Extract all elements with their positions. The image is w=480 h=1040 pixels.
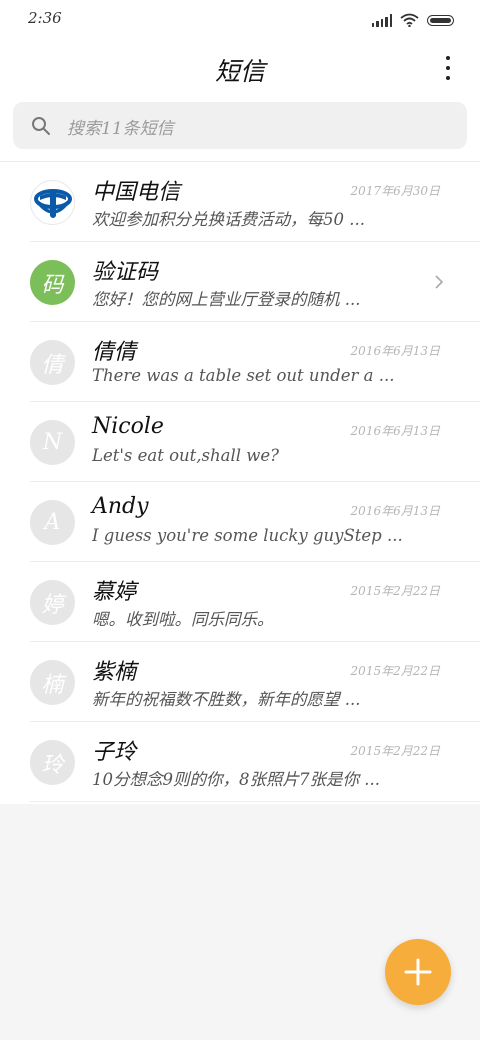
contact-name: 子玲 — [92, 740, 137, 765]
avatar: N — [30, 420, 75, 465]
contact-name: 倩倩 — [92, 340, 137, 365]
message-date: 2015年2月22日 — [350, 744, 440, 758]
conversation-item[interactable]: A Andy 2016年6月13日 I guess you're some lu… — [0, 482, 480, 562]
message-date: 2015年2月22日 — [350, 664, 440, 678]
conversation-item[interactable]: 中国电信 2017年6月30日 欢迎参加积分兑换话费活动，每50 ... — [0, 162, 480, 242]
message-preview: There was a table set out under a ... — [92, 366, 395, 385]
avatar: 婷 — [30, 580, 75, 625]
message-preview: 新年的祝福数不胜数，新年的愿望 ... — [92, 690, 361, 709]
conversation-item[interactable]: 楠 紫楠 2015年2月22日 新年的祝福数不胜数，新年的愿望 ... — [0, 642, 480, 722]
divider — [30, 801, 480, 802]
china-telecom-logo-icon — [30, 180, 75, 225]
battery-icon — [427, 14, 454, 26]
contact-name: 验证码 — [92, 260, 159, 285]
conversation-item[interactable]: N Nicole 2016年6月13日 Let's eat out,shall … — [0, 402, 480, 482]
message-date: 2016年6月13日 — [350, 504, 440, 518]
wifi-icon — [400, 13, 419, 27]
contact-name: Nicole — [92, 414, 164, 439]
new-message-button[interactable] — [385, 939, 451, 1005]
search-placeholder: 搜索11条短信 — [67, 119, 174, 139]
status-icons — [371, 12, 454, 28]
message-date: 2016年6月13日 — [350, 344, 440, 358]
status-bar: 2:36 — [0, 0, 480, 40]
plus-icon — [404, 958, 432, 986]
avatar: 楠 — [30, 660, 75, 705]
avatar: A — [30, 500, 75, 545]
message-date: 2017年6月30日 — [350, 184, 440, 198]
avatar: 玲 — [30, 740, 75, 785]
message-preview: Let's eat out,shall we? — [92, 446, 279, 465]
contact-name: Andy — [92, 494, 149, 519]
avatar: 码 — [30, 260, 75, 305]
message-preview: 嗯。收到啦。同乐同乐。 — [92, 610, 274, 629]
message-preview: I guess you're some lucky guyStep ... — [92, 526, 403, 545]
conversation-list: 中国电信 2017年6月30日 欢迎参加积分兑换话费活动，每50 ... 码 验… — [0, 162, 480, 802]
search-input[interactable]: 搜索11条短信 — [13, 102, 467, 149]
more-vertical-icon[interactable] — [444, 56, 452, 80]
contact-name: 中国电信 — [92, 180, 181, 205]
status-time: 2:36 — [28, 9, 62, 27]
message-date: 2015年2月22日 — [350, 584, 440, 598]
conversation-item[interactable]: 倩 倩倩 2016年6月13日 There was a table set ou… — [0, 322, 480, 402]
contact-name: 紫楠 — [92, 660, 137, 685]
header: 短信 — [0, 40, 480, 96]
search-icon — [32, 117, 50, 135]
message-preview: 您好！您的网上营业厅登录的随机 ... — [92, 290, 361, 309]
message-preview: 10分想念9则的你，8张照片7张是你 ... — [92, 770, 380, 789]
conversation-item[interactable]: 玲 子玲 2015年2月22日 10分想念9则的你，8张照片7张是你 ... — [0, 722, 480, 802]
avatar: 倩 — [30, 340, 75, 385]
chevron-right-icon — [435, 275, 444, 289]
conversation-item[interactable]: 码 验证码 您好！您的网上营业厅登录的随机 ... — [0, 242, 480, 322]
conversation-item[interactable]: 婷 慕婷 2015年2月22日 嗯。收到啦。同乐同乐。 — [0, 562, 480, 642]
sms-app-screen: 2:36 短信 搜索11条短信 中国电信 2017年6月30日 欢迎参加积分兑换… — [0, 0, 480, 1040]
message-date: 2016年6月13日 — [350, 424, 440, 438]
message-preview: 欢迎参加积分兑换话费活动，每50 ... — [92, 210, 365, 229]
page-title: 短信 — [214, 57, 265, 86]
signal-icon — [371, 13, 392, 27]
contact-name: 慕婷 — [92, 580, 137, 605]
